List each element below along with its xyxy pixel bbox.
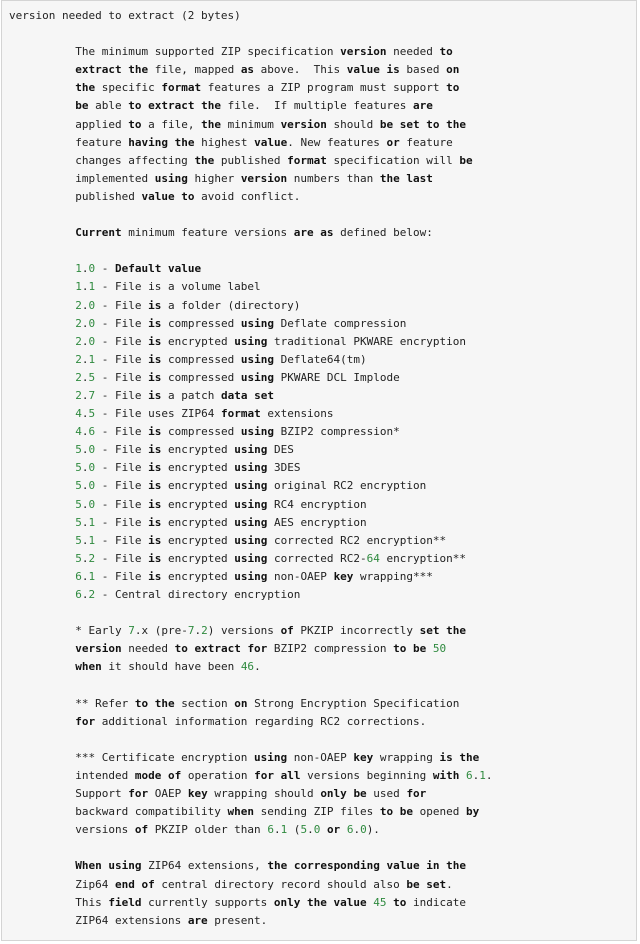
code-line: *** Certificate encryption using non-OAE… — [9, 750, 480, 764]
code-line: 2.0 - File is encrypted using traditiona… — [75, 334, 467, 348]
code-line: * Early 7.x (pre-7.2) versions of PKZIP … — [9, 624, 467, 638]
code-line: versions of PKZIP older than 6.1 (5.0 or… — [9, 823, 380, 837]
code-block: version needed to extract (2 bytes) The … — [1, 0, 637, 941]
code-line: 2.1 - File is compressed using Deflate64… — [75, 352, 367, 366]
code-line: 6.1 - File is encrypted using non-OAEP k… — [75, 569, 433, 583]
code-line: 6.2 - Central directory encryption — [75, 588, 301, 601]
code-line: version needed to extract for BZIP2 comp… — [75, 642, 447, 656]
code-line: 1.0 - Default value — [75, 262, 202, 276]
code-line: 2.0 - File is compressed using Deflate c… — [75, 316, 407, 330]
code-line: 5.0 - File is encrypted using DES — [75, 443, 294, 457]
code-line: applied to a file, the minimum version s… — [9, 117, 467, 131]
code-line: be able to extract the file. If multiple… — [75, 99, 433, 113]
code-line: 1.1 - File is a volume label — [75, 280, 261, 294]
code-line: 2.0 - File is a folder (directory) — [75, 298, 301, 312]
code-line: 2.7 - File is a patch data set — [75, 388, 274, 402]
code-line: when it should have been 46. — [75, 660, 261, 674]
code-line: version needed to extract (2 bytes) — [9, 9, 241, 22]
code-line: ZIP64 extensions are present. — [9, 913, 268, 927]
code-line: intended mode of operation for all versi… — [9, 768, 493, 782]
code-line: When using ZIP64 extensions, the corresp… — [75, 859, 467, 873]
code-line: Zip64 end of central directory record sh… — [9, 877, 453, 891]
code-line: changes affecting the published format s… — [9, 153, 473, 167]
code-line: published value to avoid conflict. — [9, 189, 301, 203]
code-line: Support for OAEP key wrapping should onl… — [9, 787, 427, 801]
code-line: The minimum supported ZIP specification … — [9, 45, 453, 59]
code-line: Current minimum feature versions are as … — [75, 226, 433, 240]
code-line: 5.0 - File is encrypted using 3DES — [75, 461, 301, 475]
code-line: backward compatibility when sending ZIP … — [9, 805, 480, 819]
code-line: 5.1 - File is encrypted using corrected … — [75, 533, 447, 547]
code-line: 5.0 - File is encrypted using original R… — [75, 479, 427, 493]
code-line: ** Refer to the section on Strong Encryp… — [9, 696, 460, 710]
code-line: This field currently supports only the v… — [9, 895, 467, 909]
code-line: 4.5 - File uses ZIP64 format extensions — [75, 407, 334, 421]
code-line: extract the file, mapped as above. This … — [75, 63, 460, 77]
code-text: version needed to extract (2 bytes) The … — [2, 1, 636, 930]
code-line: implemented using higher version numbers… — [9, 171, 433, 185]
code-line: 2.5 - File is compressed using PKWARE DC… — [75, 370, 400, 384]
code-line: for additional information regarding RC2… — [75, 714, 427, 728]
code-line: 5.0 - File is encrypted using RC4 encryp… — [75, 497, 367, 511]
code-line: the specific format features a ZIP progr… — [75, 81, 460, 95]
code-line: 4.6 - File is compressed using BZIP2 com… — [75, 425, 400, 439]
code-line: 5.1 - File is encrypted using AES encryp… — [75, 515, 367, 529]
code-line: feature having the highest value. New fe… — [9, 135, 453, 149]
code-line: 5.2 - File is encrypted using corrected … — [75, 551, 467, 565]
